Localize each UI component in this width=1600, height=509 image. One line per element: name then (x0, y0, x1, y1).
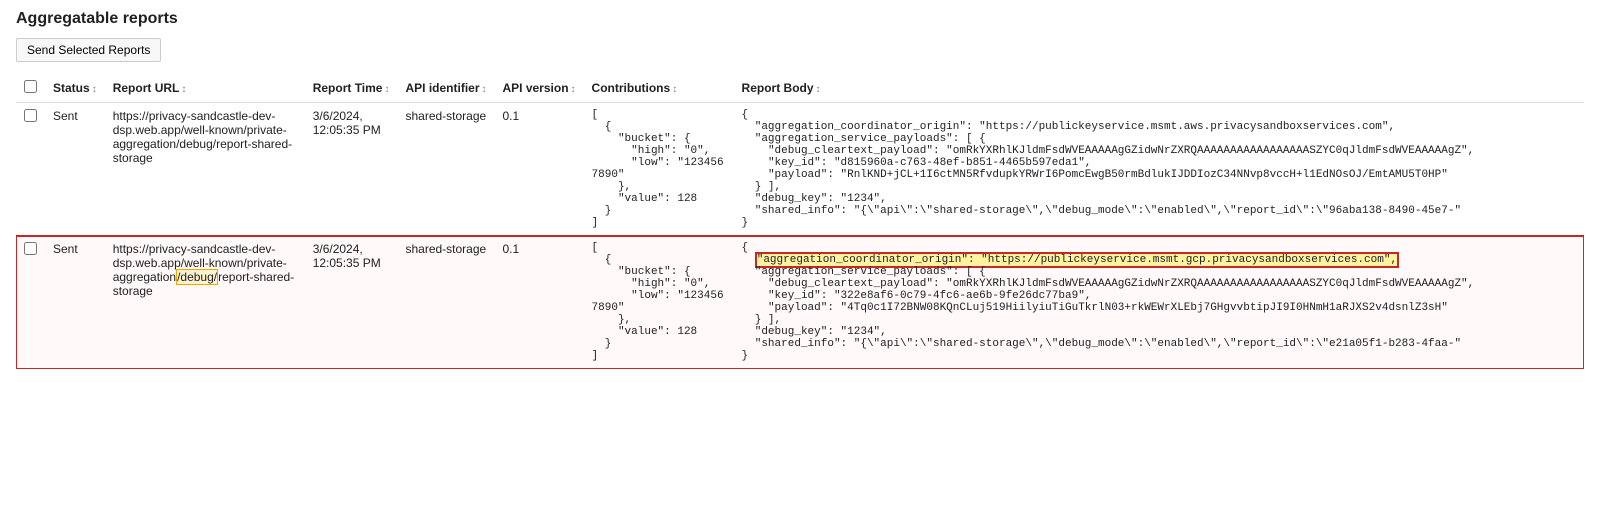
row-report-time: 3/6/2024, 12:05:35 PM (305, 236, 398, 369)
row-checkbox[interactable] (24, 242, 37, 255)
table-wrapper: Status Report URL Report Time API identi… (16, 74, 1584, 369)
table-row: Senthttps://privacy-sandcastle-dev-dsp.w… (16, 236, 1584, 369)
reports-table: Status Report URL Report Time API identi… (16, 74, 1584, 369)
row-checkbox[interactable] (24, 109, 37, 122)
row-report-url: https://privacy-sandcastle-dev-dsp.web.a… (105, 236, 305, 369)
header-api-identifier[interactable]: API identifier (397, 74, 494, 103)
table-row: Senthttps://privacy-sandcastle-dev-dsp.w… (16, 103, 1584, 236)
header-report-url[interactable]: Report URL (105, 74, 305, 103)
header-checkbox (16, 74, 45, 103)
page-title: Aggregatable reports (16, 10, 1584, 28)
row-report-url: https://privacy-sandcastle-dev-dsp.web.a… (105, 103, 305, 236)
row-status: Sent (45, 103, 105, 236)
row-status: Sent (45, 236, 105, 369)
header-report-time[interactable]: Report Time (305, 74, 398, 103)
row-report-body: { "aggregation_coordinator_origin": "htt… (734, 236, 1584, 369)
row-report-body: { "aggregation_coordinator_origin": "htt… (734, 103, 1584, 236)
table-body: Senthttps://privacy-sandcastle-dev-dsp.w… (16, 103, 1584, 369)
select-all-checkbox[interactable] (24, 80, 37, 93)
send-selected-reports-button[interactable]: Send Selected Reports (16, 38, 161, 62)
row-api-version: 0.1 (495, 103, 584, 236)
row-contributions: [ { "bucket": { "high": "0", "low": "123… (584, 103, 734, 236)
header-status[interactable]: Status (45, 74, 105, 103)
page-wrapper: Aggregatable reports Send Selected Repor… (0, 0, 1600, 379)
row-report-time: 3/6/2024, 12:05:35 PM (305, 103, 398, 236)
header-report-body[interactable]: Report Body (734, 74, 1584, 103)
table-header-row: Status Report URL Report Time API identi… (16, 74, 1584, 103)
row-api-version: 0.1 (495, 236, 584, 369)
row-api-identifier: shared-storage (397, 103, 494, 236)
header-api-version[interactable]: API version (495, 74, 584, 103)
row-contributions: [ { "bucket": { "high": "0", "low": "123… (584, 236, 734, 369)
row-api-identifier: shared-storage (397, 236, 494, 369)
header-contributions[interactable]: Contributions (584, 74, 734, 103)
